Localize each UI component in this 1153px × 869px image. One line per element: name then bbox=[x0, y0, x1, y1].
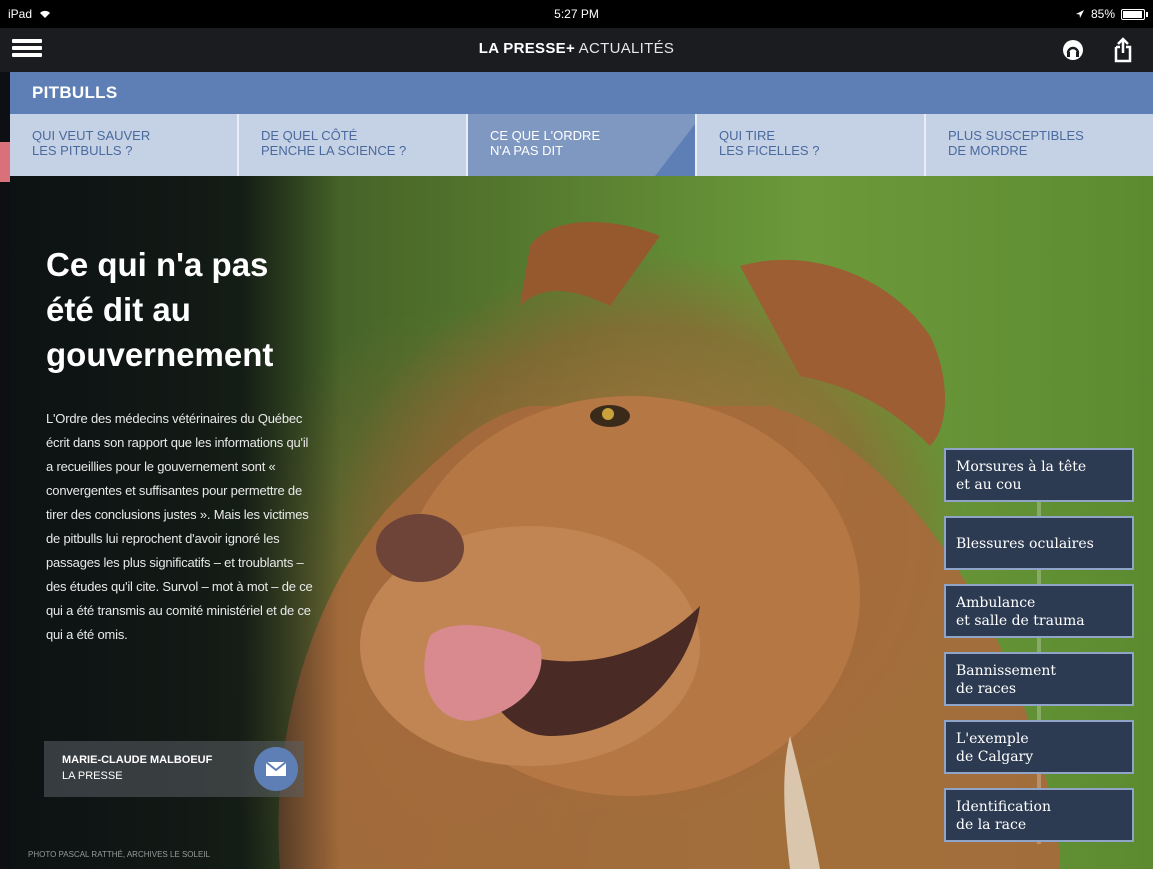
topic-ambulance[interactable]: Ambulance et salle de trauma bbox=[944, 584, 1134, 638]
section-bar: PITBULLS bbox=[10, 72, 1153, 114]
status-right: 85% bbox=[1075, 7, 1148, 21]
tab-label-line1: CE QUE L'ORDRE bbox=[490, 128, 601, 143]
related-topics: Morsures à la tête et au cou Blessures o… bbox=[944, 448, 1134, 844]
topic-label-line2: et au cou bbox=[956, 477, 1022, 493]
tab-label-line2: LES FICELLES ? bbox=[719, 143, 820, 158]
topic-morsures[interactable]: Morsures à la tête et au cou bbox=[944, 448, 1134, 502]
topic-label-line1: Blessures oculaires bbox=[956, 536, 1094, 552]
topic-label-line2: et salle de trauma bbox=[956, 613, 1085, 629]
topic-label-line1: Bannissement bbox=[956, 663, 1057, 679]
battery-percent: 85% bbox=[1090, 7, 1115, 21]
tab-label-line2: DE MORDRE bbox=[948, 143, 1028, 158]
topic-bannissement[interactable]: Bannissement de races bbox=[944, 652, 1134, 706]
hero-section: Ce qui n'a pas été dit au gouvernement L… bbox=[10, 176, 1153, 869]
tab-bar: QUI VEUT SAUVER LES PITBULLS ? DE QUEL C… bbox=[10, 114, 1153, 176]
location-icon bbox=[1075, 10, 1084, 18]
tab-label-line1: PLUS SUSCEPTIBLES bbox=[948, 128, 1084, 143]
topic-label-line1: Identification bbox=[956, 799, 1051, 815]
author-box[interactable]: MARIE-CLAUDE MALBOEUF LA PRESSE bbox=[44, 741, 304, 797]
tab-label-line2: LES PITBULLS ? bbox=[32, 143, 133, 158]
tab-label-line1: QUI TIRE bbox=[719, 128, 776, 143]
status-time: 5:27 PM bbox=[554, 7, 599, 21]
topic-label-line1: Morsures à la tête bbox=[956, 459, 1087, 475]
topic-label-line1: Ambulance bbox=[956, 595, 1036, 611]
tab-plus-susceptibles[interactable]: PLUS SUSCEPTIBLES DE MORDRE bbox=[926, 114, 1153, 176]
brand-name: LA PRESSE+ bbox=[478, 40, 576, 57]
article-title: Ce qui n'a pas été dit au gouvernement bbox=[46, 246, 274, 373]
brand-section: ACTUALITÉS bbox=[575, 40, 675, 57]
tab-qui-tire[interactable]: QUI TIRE LES FICELLES ? bbox=[697, 114, 926, 176]
audio-icon[interactable] bbox=[1061, 38, 1085, 62]
tab-label-line2: PENCHE LA SCIENCE ? bbox=[261, 143, 407, 158]
topic-calgary[interactable]: L'exemple de Calgary bbox=[944, 720, 1134, 774]
topic-identification[interactable]: Identification de la race bbox=[944, 788, 1134, 842]
battery-icon bbox=[1121, 8, 1148, 20]
email-icon[interactable] bbox=[254, 747, 298, 791]
topic-label-line1: L'exemple bbox=[956, 731, 1029, 747]
tab-label-line1: QUI VEUT SAUVER bbox=[32, 128, 151, 143]
tab-ce-que-lordre[interactable]: CE QUE L'ORDRE N'A PAS DIT bbox=[468, 114, 697, 176]
app-brand: LA PRESSE+ ACTUALITÉS bbox=[0, 40, 1153, 57]
author-name: MARIE-CLAUDE MALBOEUF bbox=[62, 754, 213, 766]
author-outlet: LA PRESSE bbox=[62, 770, 123, 782]
app-header: LA PRESSE+ ACTUALITÉS bbox=[0, 28, 1153, 72]
status-bar: iPad 5:27 PM 85% bbox=[0, 0, 1153, 28]
tab-qui-veut-sauver[interactable]: QUI VEUT SAUVER LES PITBULLS ? bbox=[10, 114, 239, 176]
tab-accent-marker bbox=[0, 142, 10, 182]
topic-label-line2: de la race bbox=[956, 817, 1027, 833]
topic-label-line2: de races bbox=[956, 681, 1017, 697]
tab-label-line1: DE QUEL CÔTÉ bbox=[261, 128, 358, 143]
tab-label-line2: N'A PAS DIT bbox=[490, 143, 564, 158]
share-icon[interactable] bbox=[1111, 37, 1135, 63]
photo-credit: PHOTO PASCAL RATTHÉ, ARCHIVES LE SOLEIL bbox=[28, 850, 210, 859]
section-title: PITBULLS bbox=[32, 83, 118, 102]
topic-label-line2: de Calgary bbox=[956, 749, 1034, 765]
tab-de-quel-cote[interactable]: DE QUEL CÔTÉ PENCHE LA SCIENCE ? bbox=[239, 114, 468, 176]
topic-rail bbox=[1037, 448, 1041, 844]
topic-blessures-oculaires[interactable]: Blessures oculaires bbox=[944, 516, 1134, 570]
article-lead: L'Ordre des médecins vétérinaires du Qué… bbox=[46, 411, 313, 642]
